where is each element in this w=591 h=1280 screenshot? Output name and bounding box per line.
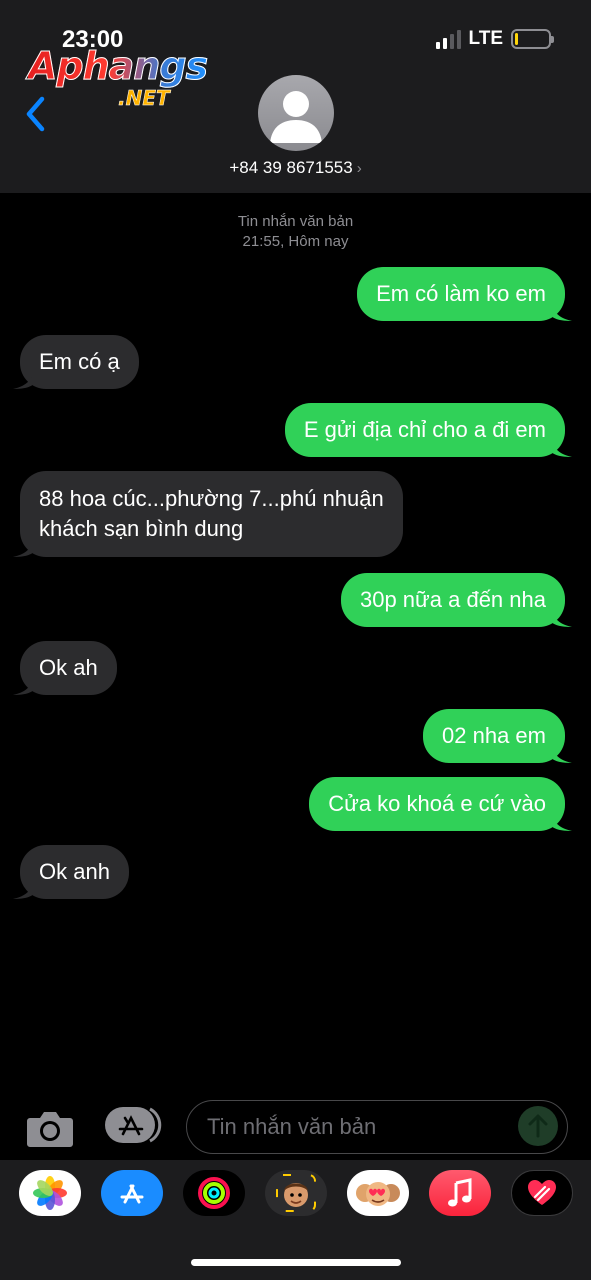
activity-app-button[interactable] <box>183 1170 245 1216</box>
cellular-signal-icon <box>435 29 461 49</box>
message-text: E gửi địa chỉ cho a đi em <box>303 417 546 442</box>
conversation-timestamp: 21:55, Hôm nay <box>242 233 349 250</box>
chevron-right-icon: › <box>356 160 362 177</box>
message-bubble-outgoing[interactable]: 02 nha em <box>423 709 572 763</box>
message-bubble-outgoing[interactable]: Em có làm ko em <box>357 267 572 321</box>
photos-app-button[interactable] <box>19 1170 81 1216</box>
chevron-left-icon <box>26 96 45 132</box>
message-text: Ok anh <box>39 859 110 884</box>
person-icon <box>270 91 322 143</box>
camera-button[interactable] <box>26 1108 74 1148</box>
message-type-label: Tin nhắn văn bản <box>237 213 354 230</box>
watermark-logo: Aphangs .NET <box>28 44 209 114</box>
arrow-up-icon <box>528 1114 548 1138</box>
memoji-icon <box>276 1174 316 1212</box>
conversation-header: 23:00 LTE Aphangs .NET +84 39 8671553 › <box>0 0 591 193</box>
activity-icon <box>198 1177 230 1209</box>
status-indicators: LTE <box>435 28 554 50</box>
camera-icon <box>27 1112 73 1147</box>
message-bubble-outgoing[interactable]: Cửa ko khoá e cứ vào <box>309 777 572 831</box>
memoji-app-button[interactable] <box>265 1170 327 1216</box>
message-bubble-outgoing[interactable]: E gửi địa chỉ cho a đi em <box>284 403 572 457</box>
app-store-tray-button[interactable] <box>101 1170 163 1216</box>
contact-number: +84 39 8671553 <box>229 158 353 177</box>
message-bubble-incoming[interactable]: 88 hoa cúc...phường 7...phú nhuận khách … <box>13 471 403 557</box>
app-store-button[interactable] <box>104 1106 162 1144</box>
digital-touch-button[interactable] <box>511 1170 573 1216</box>
photos-icon <box>33 1176 67 1210</box>
watermark-suffix: .NET <box>118 86 170 111</box>
animoji-stickers-icon <box>356 1182 400 1206</box>
contact-avatar[interactable] <box>258 75 334 151</box>
back-button[interactable] <box>22 94 52 134</box>
tray-fade <box>581 1168 591 1214</box>
animoji-stickers-button[interactable] <box>347 1170 409 1216</box>
message-bubble-incoming[interactable]: Em có ạ <box>13 335 139 389</box>
message-bubble-outgoing[interactable]: 30p nữa a đến nha <box>340 573 572 627</box>
message-text: 30p nữa a đến nha <box>359 587 546 612</box>
message-bubble-incoming[interactable]: Ok anh <box>13 845 129 899</box>
message-composer <box>0 1096 591 1160</box>
message-text: Cửa ko khoá e cứ vào <box>328 791 546 816</box>
message-input[interactable] <box>186 1100 568 1154</box>
send-button[interactable] <box>518 1106 558 1146</box>
message-text-line: 88 hoa cúc...phường 7...phú nhuận <box>39 486 384 511</box>
app-store-icon <box>120 1184 144 1204</box>
music-app-button[interactable] <box>429 1170 491 1216</box>
message-text: 02 nha em <box>442 723 546 748</box>
home-indicator[interactable] <box>191 1259 401 1266</box>
message-text: Em có làm ko em <box>376 281 546 306</box>
watermark-brand: Aphangs <box>28 44 209 89</box>
music-icon <box>448 1178 472 1207</box>
network-type: LTE <box>468 28 503 49</box>
message-text-line: khách sạn bình dung <box>39 516 244 541</box>
message-text: Ok ah <box>39 655 98 680</box>
battery-icon <box>511 29 554 49</box>
app-store-icon <box>105 1107 162 1143</box>
digital-touch-icon <box>528 1180 556 1205</box>
message-bubble-incoming[interactable]: Ok ah <box>13 641 117 695</box>
contact-name-button[interactable]: +84 39 8671553 › <box>0 158 591 178</box>
message-text: Em có ạ <box>39 349 120 374</box>
